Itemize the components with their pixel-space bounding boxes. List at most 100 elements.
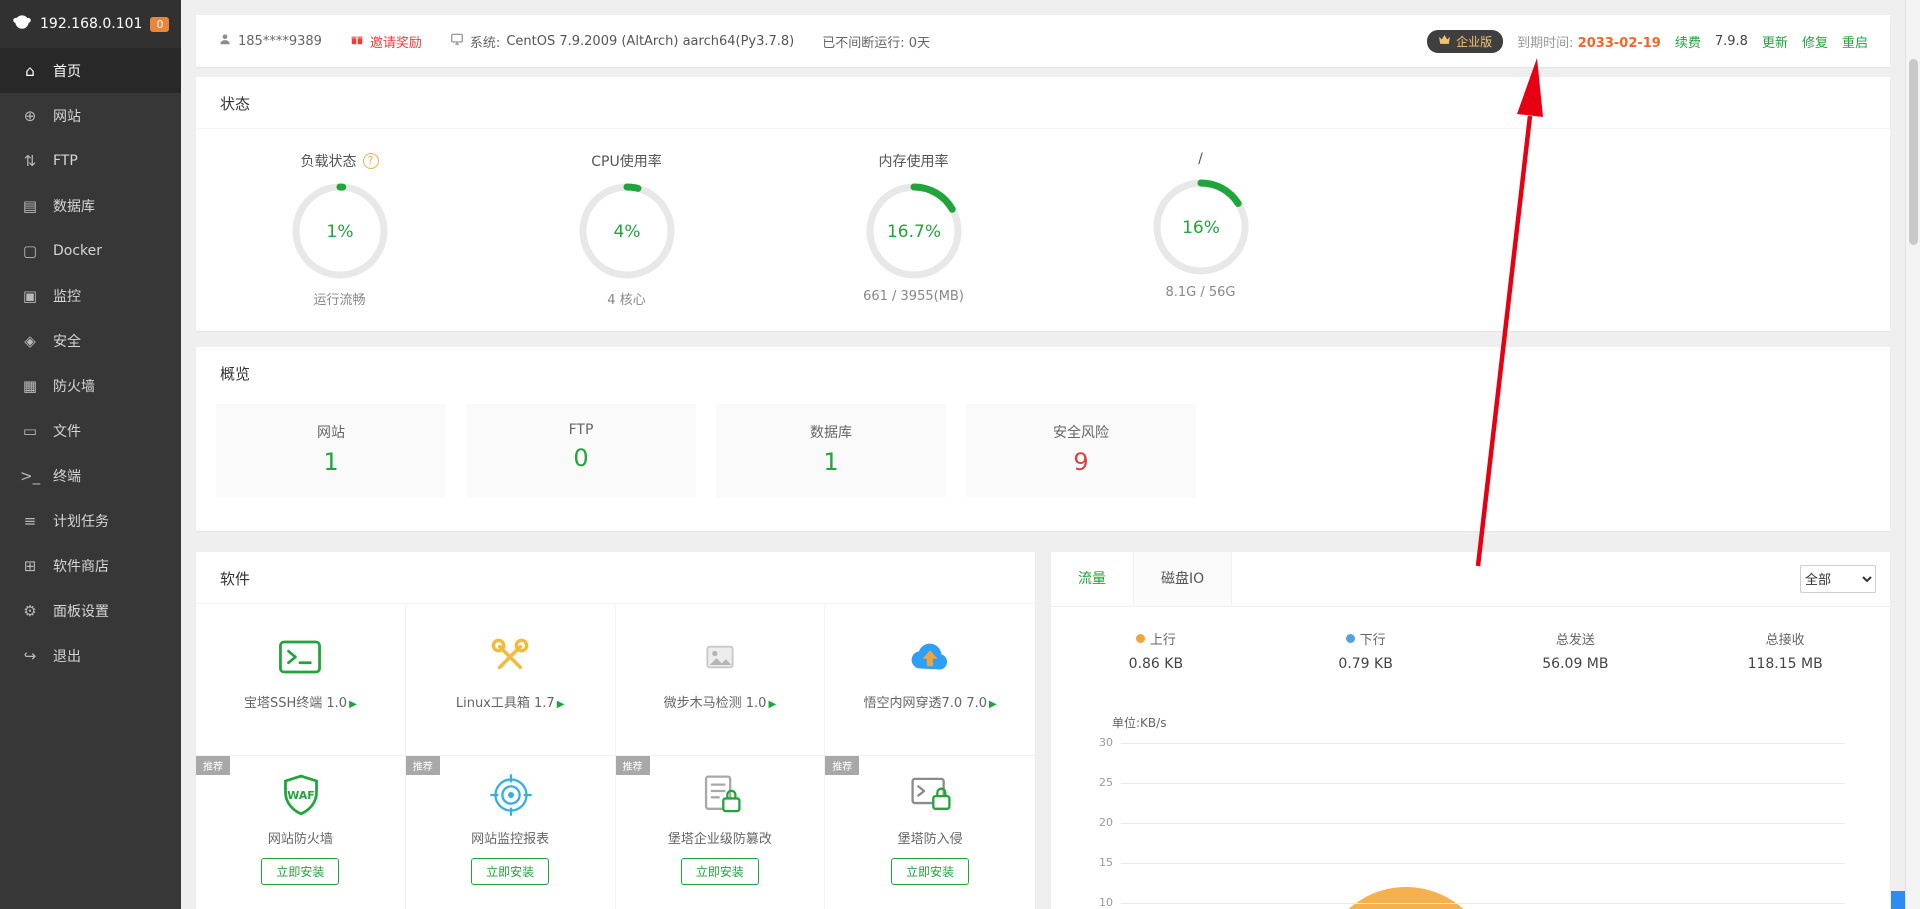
stat-box-database[interactable]: 数据库1 bbox=[716, 404, 946, 497]
sidebar-item-files[interactable]: ▭文件 bbox=[0, 408, 181, 453]
user-info[interactable]: 185****9389 bbox=[218, 32, 322, 50]
stat-box-ftp[interactable]: FTP0 bbox=[466, 404, 696, 497]
invite-reward-link[interactable]: 邀请奖励 bbox=[350, 32, 422, 51]
software-item[interactable]: 宝塔SSH终端 1.0▶ bbox=[196, 604, 406, 756]
legend-label: 上行 bbox=[1150, 629, 1176, 648]
gauge-label: CPU使用率 bbox=[591, 151, 661, 171]
system-label: 系统: bbox=[470, 32, 500, 51]
legend-value: 118.15 MB bbox=[1680, 656, 1890, 672]
repair-link[interactable]: 修复 bbox=[1802, 32, 1828, 51]
legend-label: 总发送 bbox=[1556, 629, 1595, 648]
install-button[interactable]: 立即安装 bbox=[261, 858, 339, 885]
edition-badge[interactable]: 企业版 bbox=[1427, 30, 1503, 53]
expire-label: 到期时间: bbox=[1517, 36, 1573, 51]
update-link[interactable]: 更新 bbox=[1762, 32, 1788, 51]
install-button[interactable]: 立即安装 bbox=[681, 858, 759, 885]
y-tick-label: 25 bbox=[1085, 776, 1113, 789]
software-card: 软件 宝塔SSH终端 1.0▶Linux工具箱 1.7▶微步木马检测 1.0▶悟… bbox=[196, 552, 1035, 909]
status-gauges: 负载状态?1%运行流畅CPU使用率4%4 核心内存使用率16.7%661 / 3… bbox=[196, 129, 1890, 308]
gauge-subtext: 661 / 3955(MB) bbox=[863, 289, 964, 304]
firewall-icon: ▦ bbox=[20, 377, 40, 395]
renew-link[interactable]: 续费 bbox=[1675, 32, 1701, 51]
sidebar-item-firewall[interactable]: ▦防火墙 bbox=[0, 363, 181, 408]
sidebar-item-label: 网站 bbox=[53, 106, 81, 126]
chart-grid-row: 20 bbox=[1121, 823, 1845, 824]
sidebar-item-label: 监控 bbox=[53, 286, 81, 306]
message-count-badge[interactable]: 0 bbox=[150, 17, 169, 32]
recommended-software-item[interactable]: 推荐堡塔企业级防篡改立即安装 bbox=[616, 756, 826, 909]
y-tick-label: 20 bbox=[1085, 816, 1113, 829]
gridline bbox=[1121, 903, 1845, 904]
database-icon: ▤ bbox=[20, 197, 40, 215]
gauge-cpu: CPU使用率4%4 核心 bbox=[483, 129, 770, 308]
recommended-software-item[interactable]: 推荐网站监控报表立即安装 bbox=[406, 756, 616, 909]
stat-label: FTP bbox=[466, 422, 696, 438]
computer-icon bbox=[450, 32, 464, 50]
software-item[interactable]: Linux工具箱 1.7▶ bbox=[406, 604, 616, 756]
sidebar-item-database[interactable]: ▤数据库 bbox=[0, 183, 181, 228]
software-item[interactable]: 悟空内网穿透7.0 7.0▶ bbox=[825, 604, 1035, 756]
linux-toolbox-icon bbox=[487, 634, 533, 680]
server-ip: 192.168.0.101 bbox=[40, 16, 142, 32]
help-icon[interactable]: ? bbox=[363, 153, 379, 169]
tab-disk-io[interactable]: 磁盘IO bbox=[1134, 552, 1232, 606]
software-name: 堡塔企业级防篡改 bbox=[616, 828, 825, 847]
sidebar-item-docker[interactable]: ▢Docker bbox=[0, 228, 181, 273]
files-icon: ▭ bbox=[20, 422, 40, 440]
sidebar-item-terminal[interactable]: >_终端 bbox=[0, 453, 181, 498]
floating-corner-button[interactable] bbox=[1891, 891, 1905, 909]
play-icon: ▶ bbox=[349, 699, 357, 710]
website-icon: ⊕ bbox=[20, 107, 40, 125]
recommend-tag: 推荐 bbox=[406, 756, 440, 775]
tamper-proof-icon bbox=[698, 772, 742, 816]
gauge-label: 内存使用率 bbox=[879, 151, 949, 171]
sidebar-menu: ⌂首页 ⊕ 网站 ⇅FTP▤数据库▢Docker▣监控◈安全▦防火墙▭文件>_终端≡计… bbox=[0, 48, 181, 678]
recommended-software-item[interactable]: 推荐WAF网站防火墙立即安装 bbox=[196, 756, 406, 909]
tab-traffic[interactable]: 流量 bbox=[1051, 552, 1134, 606]
sidebar-item-logout[interactable]: ↪退出 bbox=[0, 633, 181, 678]
gridline bbox=[1121, 783, 1845, 784]
install-button[interactable]: 立即安装 bbox=[891, 858, 969, 885]
gridline bbox=[1121, 823, 1845, 824]
stat-box-website[interactable]: 网站1 bbox=[216, 404, 446, 497]
restart-link[interactable]: 重启 bbox=[1842, 32, 1868, 51]
traffic-tab-bar: 流量磁盘IO 全部 bbox=[1051, 552, 1890, 607]
app-root: 192.168.0.101 0 ⌂首页 ⊕ 网站 ⇅FTP▤数据库▢Docker▣监控… bbox=[0, 0, 1920, 909]
appstore-icon: ⊞ bbox=[20, 557, 40, 575]
traffic-tabs: 流量磁盘IO bbox=[1051, 552, 1232, 606]
sidebar: 192.168.0.101 0 ⌂首页 ⊕ 网站 ⇅FTP▤数据库▢Docker▣监控… bbox=[0, 0, 181, 909]
sidebar-item-monitor[interactable]: ▣监控 bbox=[0, 273, 181, 318]
sidebar-item-ftp[interactable]: ⇅FTP bbox=[0, 138, 181, 183]
sidebar-item-settings[interactable]: ⚙面板设置 bbox=[0, 588, 181, 633]
legend-label: 下行 bbox=[1360, 629, 1386, 648]
stat-value: 1 bbox=[216, 448, 446, 476]
sidebar-item-cron[interactable]: ≡计划任务 bbox=[0, 498, 181, 543]
legend-label: 总接收 bbox=[1766, 629, 1805, 648]
overview-card-title: 概览 bbox=[196, 347, 1890, 398]
play-icon: ▶ bbox=[989, 699, 997, 710]
uptime-text: 已不间断运行: 0天 bbox=[822, 32, 930, 51]
gauge-load: 负载状态?1%运行流畅 bbox=[196, 129, 483, 308]
page-scrollbar[interactable] bbox=[1905, 0, 1920, 909]
recommended-software-item[interactable]: 推荐堡塔防入侵立即安装 bbox=[825, 756, 1035, 909]
main-area: 185****9389 邀请奖励 系统: CentOS 7.9.2009 (Al… bbox=[181, 0, 1920, 909]
panel-version[interactable]: 7.9.8 bbox=[1715, 34, 1748, 49]
sidebar-item-website[interactable]: ⊕ 网站 bbox=[0, 93, 181, 138]
sidebar-item-appstore[interactable]: ⊞软件商店 bbox=[0, 543, 181, 588]
sidebar-item-security[interactable]: ◈安全 bbox=[0, 318, 181, 363]
scrollbar-thumb[interactable] bbox=[1909, 59, 1918, 245]
recommend-tag: 推荐 bbox=[196, 756, 230, 775]
gauge-ring: 4% bbox=[577, 181, 677, 281]
gauge-ring: 16.7% bbox=[864, 181, 964, 281]
sidebar-item-label: 计划任务 bbox=[53, 511, 109, 531]
stat-box-security-risk[interactable]: 安全风险9 bbox=[966, 404, 1196, 497]
trojan-scan-icon bbox=[697, 634, 743, 680]
software-version: 7.0 bbox=[966, 696, 987, 711]
sidebar-item-home[interactable]: ⌂首页 bbox=[0, 48, 181, 93]
software-item[interactable]: 微步木马检测 1.0▶ bbox=[616, 604, 826, 756]
install-button[interactable]: 立即安装 bbox=[471, 858, 549, 885]
gridline bbox=[1121, 743, 1845, 744]
traffic-filter-select[interactable]: 全部 bbox=[1800, 565, 1876, 593]
docker-icon: ▢ bbox=[20, 242, 40, 260]
gauge-disk: /16%8.1G / 56G bbox=[1057, 129, 1344, 308]
